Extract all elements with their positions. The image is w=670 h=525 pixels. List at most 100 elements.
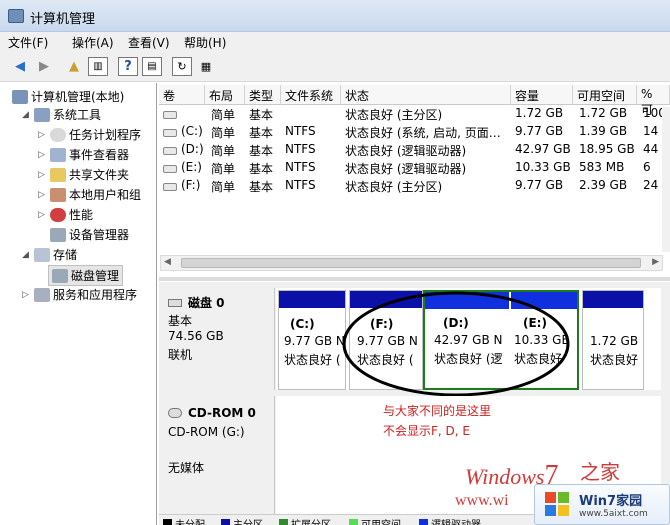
volume-layout: 简单 (211, 144, 236, 158)
badge-name: Win7家园 (579, 494, 643, 509)
column-header[interactable]: 布局 (205, 85, 245, 105)
volume-row[interactable]: (E:) 简单 基本 NTFS 状态良好 (逻辑驱动器) 10.33 GB 58… (159, 160, 670, 178)
scroll-thumb[interactable] (181, 258, 641, 268)
volume-row[interactable]: (F:) 简单 基本 NTFS 状态良好 (主分区) 9.77 GB 2.39 … (159, 178, 670, 196)
tree-task-scheduler[interactable]: 任务计划程序 (50, 126, 141, 143)
refresh-icon[interactable]: ↻ (172, 57, 192, 76)
legend-primary: 主分区 (221, 516, 263, 525)
volume-type: 基本 (249, 108, 274, 122)
tree-services-apps[interactable]: 服务和应用程序 (34, 286, 137, 303)
volume-capacity: 9.77 GB (515, 124, 564, 138)
back-icon[interactable]: ◀ (10, 57, 30, 76)
scroll-right-icon[interactable]: ▶ (652, 257, 659, 267)
volume-row[interactable]: (C:) 简单 基本 NTFS 状态良好 (系统, 启动, 页面… 9.77 G… (159, 124, 670, 142)
volume-capacity: 42.97 GB (515, 142, 571, 156)
cdrom-icon (168, 408, 182, 418)
tree-event-viewer[interactable]: 事件查看器 (50, 146, 129, 163)
expand-arrow-icon[interactable]: ▷ (22, 290, 29, 300)
volume-fs: NTFS (285, 142, 316, 156)
volume-icon (163, 142, 177, 158)
windows-logo-icon (545, 492, 569, 516)
cdrom-type: CD-ROM (G:) (168, 425, 245, 439)
column-header[interactable]: 容量 (511, 85, 573, 105)
action-pane-icon[interactable]: ▤ (142, 57, 162, 76)
partition-c[interactable]: (C:) 9.77 GB N 状态良好 ( (278, 290, 346, 390)
volume-percent: 14 (643, 124, 659, 138)
column-header[interactable]: 卷 (159, 85, 205, 105)
horizontal-scrollbar[interactable]: ◀ ▶ (160, 255, 663, 271)
cdrom-status: 无媒体 (168, 461, 205, 475)
tree-shared-folders[interactable]: 共享文件夹 (50, 166, 129, 183)
properties-icon[interactable]: ▦ (196, 57, 216, 76)
show-hide-tree-icon[interactable]: ▥ (88, 57, 108, 76)
cdrom-info[interactable]: CD-ROM 0 CD-ROM (G:) 无媒体 (160, 396, 275, 514)
users-icon (50, 187, 66, 202)
tree-system-tools[interactable]: 系统工具 (34, 106, 101, 123)
tree-root[interactable]: 计算机管理(本地) (12, 88, 124, 105)
expand-arrow-icon[interactable]: ▷ (38, 170, 45, 180)
expand-arrow-icon[interactable]: ▷ (38, 190, 45, 200)
volume-layout: 简单 (211, 126, 236, 140)
tools-icon (34, 107, 50, 122)
performance-icon (50, 207, 66, 222)
volume-type: 基本 (249, 126, 274, 140)
volume-row[interactable]: (D:) 简单 基本 NTFS 状态良好 (逻辑驱动器) 42.97 GB 18… (159, 142, 670, 160)
disk-0-info[interactable]: 磁盘 0 基本 74.56 GB 联机 (160, 288, 275, 390)
volume-free: 18.95 GB (579, 142, 635, 156)
menu-bar: 文件(F) 操作(A) 查看(V) 帮助(H) (0, 32, 670, 52)
disk-name: 磁盘 0 (188, 296, 225, 310)
tree-performance[interactable]: 性能 (50, 206, 93, 223)
tree-storage[interactable]: 存储 (34, 246, 77, 263)
volume-fs: NTFS (285, 178, 316, 192)
annotation-ellipse (342, 291, 570, 397)
watermark-url: www.wi (455, 492, 509, 509)
volume-free: 2.39 GB (579, 178, 628, 192)
volume-name: (C:) (181, 124, 203, 138)
volume-status: 状态良好 (系统, 启动, 页面… (345, 126, 501, 140)
annotation-text-line1: 与大家不同的是这里 (383, 404, 492, 418)
tree-disk-management[interactable]: 磁盘管理 (48, 265, 124, 286)
expand-arrow-icon[interactable]: ▷ (38, 150, 45, 160)
disk-icon (168, 298, 182, 307)
volume-list-header: 卷 布局 类型 文件系统 状态 容量 可用空间 % 可 (159, 85, 670, 117)
menu-view[interactable]: 查看(V) (128, 34, 170, 51)
watermark-suffix: 之家 (580, 460, 620, 484)
scroll-left-icon[interactable]: ◀ (164, 257, 171, 267)
column-header[interactable]: 类型 (245, 85, 281, 105)
volume-layout: 简单 (211, 162, 236, 176)
tree-local-users[interactable]: 本地用户和组 (50, 186, 141, 203)
collapse-arrow-icon[interactable]: ◢ (22, 250, 29, 260)
forward-icon[interactable]: ▶ (34, 57, 54, 76)
expand-arrow-icon[interactable]: ▷ (38, 130, 45, 140)
storage-icon (34, 247, 50, 262)
computer-management-icon (8, 9, 24, 23)
collapse-arrow-icon[interactable]: ◢ (22, 110, 29, 120)
menu-file[interactable]: 文件(F) (8, 34, 48, 51)
volume-percent: 6 (643, 160, 651, 174)
expand-arrow-icon[interactable]: ▷ (38, 210, 45, 220)
legend-logical: 逻辑驱动器 (419, 516, 481, 525)
column-header[interactable]: 状态 (341, 85, 511, 105)
vertical-scrollbar[interactable] (662, 107, 670, 252)
up-folder-icon[interactable]: ▲ (64, 57, 84, 76)
volume-free: 1.39 GB (579, 124, 628, 138)
volume-status: 状态良好 (主分区) (345, 108, 443, 122)
column-header[interactable]: 文件系统 (281, 85, 341, 105)
volume-percent: 44 (643, 142, 659, 156)
tree-device-manager[interactable]: 设备管理器 (50, 226, 129, 243)
pane-splitter[interactable] (159, 277, 670, 281)
title-bar: 计算机管理 (0, 0, 670, 32)
annotation-text-line2: 不会显示F, D, E (383, 424, 470, 438)
volume-row[interactable]: 简单 基本 状态良好 (主分区) 1.72 GB 1.72 GB 100 (159, 106, 670, 124)
disk-type: 基本 (168, 314, 193, 328)
column-header[interactable]: 可用空间 (573, 85, 637, 105)
partition-primary-unnamed[interactable]: 1.72 GB 状态良好 (582, 290, 644, 390)
volume-layout: 简单 (211, 108, 236, 122)
partition-bar (583, 291, 643, 308)
event-viewer-icon (50, 147, 66, 162)
column-header[interactable]: % 可 (637, 85, 670, 117)
help-icon[interactable]: ? (118, 57, 138, 76)
menu-action[interactable]: 操作(A) (72, 34, 114, 51)
menu-help[interactable]: 帮助(H) (184, 34, 226, 51)
volume-capacity: 9.77 GB (515, 178, 564, 192)
